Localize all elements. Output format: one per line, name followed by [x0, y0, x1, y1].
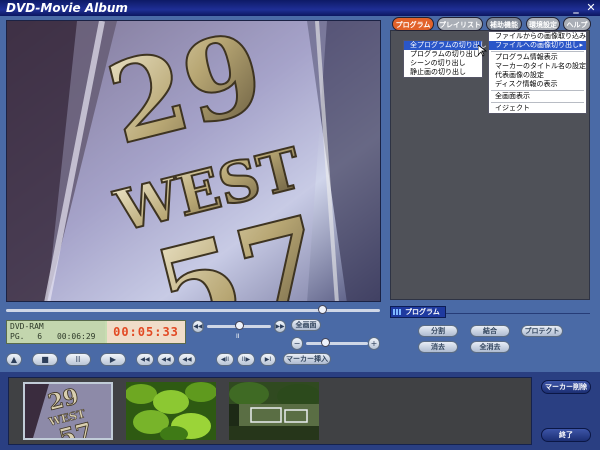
total-time: 00:06:29 — [56, 332, 96, 341]
disc-type: DVD-RAM — [10, 322, 44, 331]
title-bar: DVD-Movie Album _ ✕ — [0, 0, 600, 16]
marker-delete-button[interactable]: マーカー削除 — [541, 380, 591, 394]
merge-button[interactable]: 結合 — [470, 325, 510, 337]
thumbnail-3[interactable] — [229, 382, 319, 440]
menu-item-extract-program[interactable]: プログラムの切り出し — [404, 50, 482, 59]
menu-separator — [491, 51, 584, 52]
program-section-title: プログラム — [405, 308, 440, 316]
marker-insert-button[interactable]: マーカー挿入 — [283, 353, 331, 365]
vol-minus-button[interactable]: − — [291, 337, 303, 350]
volume-track[interactable] — [306, 342, 368, 345]
thumbnail-2[interactable] — [126, 382, 216, 440]
disc-info-display: DVD-RAM PG. 6 00:06:29 — [7, 321, 105, 343]
tab-program[interactable]: プログラム — [392, 17, 434, 31]
mouse-cursor-icon — [478, 45, 487, 57]
eject-button[interactable]: ▲ — [6, 353, 22, 366]
section-divider — [446, 313, 590, 314]
menu-item-extract-still[interactable]: 静止画の切り出し — [404, 68, 482, 77]
skip-back-button[interactable]: ◀◀ — [178, 353, 196, 366]
erase-all-button[interactable]: 全消去 — [470, 341, 510, 353]
menu-separator — [491, 102, 584, 103]
thumbnail-3-image — [229, 382, 319, 440]
menu-item-disc-info[interactable]: ディスク情報の表示 — [489, 80, 586, 89]
prev-chapter-button[interactable]: ◀◀ — [157, 353, 175, 366]
menu-item-eject[interactable]: イジェクト — [489, 104, 586, 113]
submenu-arrow-icon: ▸ — [579, 41, 583, 49]
stop-button[interactable]: ■ — [32, 353, 58, 366]
program-section-header: プログラム — [390, 306, 446, 318]
erase-button[interactable]: 消去 — [418, 341, 458, 353]
frame-forward-button[interactable]: II▶ — [237, 353, 255, 366]
thumbnail-1-image: 29 WEST 57 — [25, 384, 111, 438]
menu-item-import-from-file[interactable]: ファイルからの画像取り込み — [489, 32, 586, 41]
exit-button[interactable]: 終了 — [541, 428, 591, 442]
window-title: DVD-Movie Album — [6, 1, 128, 15]
close-button[interactable]: ✕ — [584, 1, 598, 14]
menu-item-marker-title[interactable]: マーカーのタイトル名の設定 — [489, 62, 586, 71]
split-button[interactable]: 分割 — [418, 325, 458, 337]
menu-item-export-label: ファイルへの画像切り出し — [495, 41, 579, 49]
current-time: 00:05:33 — [107, 321, 185, 343]
menu-item-program-info[interactable]: プログラム情報表示 — [489, 53, 586, 62]
video-player[interactable]: 29 WEST 57 — [6, 20, 381, 302]
video-frame: 29 WEST 57 — [7, 21, 380, 301]
tab-aux-functions[interactable]: 補助機能 — [486, 17, 522, 31]
vol-plus-button[interactable]: + — [368, 337, 380, 350]
minimize-button[interactable]: _ — [569, 1, 583, 14]
menu-item-extract-all-programs[interactable]: 全プログラムの切り出し — [404, 41, 487, 50]
tab-playlist[interactable]: プレイリスト — [437, 17, 483, 31]
menu-item-representative-image[interactable]: 代表画像の設定 — [489, 71, 586, 80]
aux-functions-menu: ファイルからの画像取り込み ファイルへの画像切り出し ▸ プログラム情報表示 マ… — [488, 31, 587, 114]
rewind-button[interactable]: ◀◀ — [136, 353, 154, 366]
thumbnail-2-image — [126, 382, 216, 440]
time-display: DVD-RAM PG. 6 00:06:29 00:05:33 — [6, 320, 186, 344]
play-button[interactable]: ▶ — [100, 353, 126, 366]
pg-label: PG. — [10, 332, 25, 341]
grid-icon — [393, 309, 402, 315]
next-chapter-button[interactable]: ▶I — [260, 353, 276, 366]
thumbnail-1[interactable]: 29 WEST 57 — [23, 382, 113, 440]
volume-handle[interactable] — [321, 338, 330, 347]
seek-handle[interactable] — [318, 305, 327, 314]
menu-separator — [491, 90, 584, 91]
pause-button[interactable]: II — [65, 353, 91, 366]
slow-rewind-icon[interactable]: ◀◀ — [192, 320, 204, 333]
speed-handle[interactable] — [235, 321, 244, 330]
program-menu: 全プログラムの切り出し プログラムの切り出し シーンの切り出し 静止画の切り出し — [403, 40, 487, 78]
protect-button[interactable]: プロテクト — [521, 325, 563, 337]
slow-forward-icon[interactable]: ▶▶ — [274, 320, 286, 333]
tab-help[interactable]: ヘルプ — [563, 17, 591, 31]
speed-center-mark: II — [236, 333, 240, 340]
fullscreen-button[interactable]: 全画面 — [291, 319, 321, 331]
menu-item-export-to-file[interactable]: ファイルへの画像切り出し ▸ — [489, 41, 586, 50]
menu-item-fullscreen[interactable]: 全画面表示 — [489, 92, 586, 101]
pg-number: 6 — [37, 332, 43, 341]
tab-settings[interactable]: 環境設定 — [526, 17, 560, 31]
frame-back-button[interactable]: ◀II — [216, 353, 234, 366]
menu-item-extract-scene[interactable]: シーンの切り出し — [404, 59, 482, 68]
